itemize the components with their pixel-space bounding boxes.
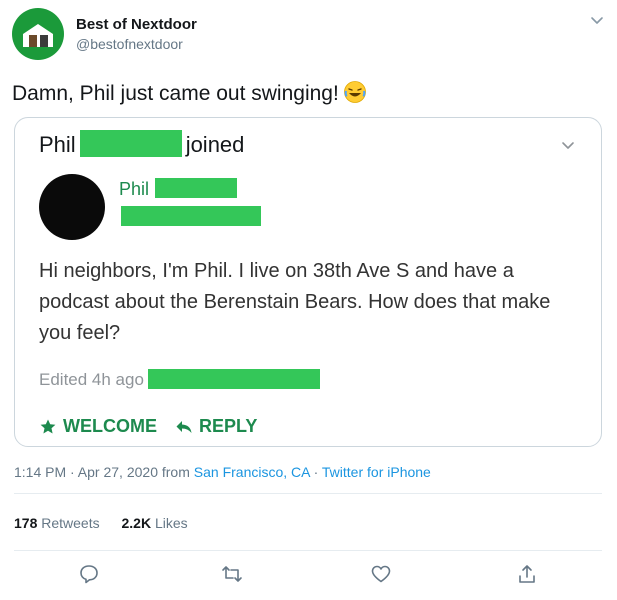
tweet-stats: 178 Retweets 2.2K Likes xyxy=(14,515,206,531)
redaction-bar xyxy=(121,206,261,226)
poster-name-text: Phil xyxy=(119,179,150,199)
heart-icon[interactable] xyxy=(370,563,392,585)
divider xyxy=(14,550,602,551)
likes-count: 2.2K xyxy=(121,515,152,531)
chevron-down-icon[interactable] xyxy=(559,136,577,154)
welcome-button[interactable]: WELCOME xyxy=(39,416,157,437)
redaction-bar xyxy=(79,130,182,157)
account-name[interactable]: Best of Nextdoor xyxy=(76,16,197,33)
poster-name[interactable]: Phil xyxy=(119,178,238,200)
retweets-count: 178 xyxy=(14,515,38,531)
welcome-label: WELCOME xyxy=(63,416,157,436)
tweet-action-bar xyxy=(14,563,602,589)
redaction-bar xyxy=(147,369,320,389)
reply-label: REPLY xyxy=(199,416,258,436)
edited-text: Edited 4h ago xyxy=(39,370,144,389)
tweet-text-content: Damn, Phil just came out swinging! xyxy=(12,82,339,105)
card-title: Phil joined xyxy=(39,130,244,158)
nextdoor-post-card: Phil joined Phil Hi neighbors, I'm Phil. … xyxy=(14,117,602,447)
meta-separator: · xyxy=(309,464,322,480)
location-link[interactable]: San Francisco, CA xyxy=(194,464,310,480)
card-title-last: joined xyxy=(185,132,245,157)
client-link[interactable]: Twitter for iPhone xyxy=(322,464,431,480)
reply-button[interactable]: REPLY xyxy=(175,416,257,437)
tweet-text: Damn, Phil just came out swinging! xyxy=(12,80,367,106)
retweet-icon[interactable] xyxy=(221,563,243,585)
tweet-time: 1:14 PM · Apr 27, 2020 from xyxy=(14,464,194,480)
retweets-stat[interactable]: 178 Retweets xyxy=(14,515,100,531)
card-title-first: Phil xyxy=(39,132,76,157)
house-icon xyxy=(23,24,53,47)
edited-timestamp: Edited 4h ago xyxy=(39,369,320,390)
reply-arrow-icon xyxy=(176,420,192,433)
poster-avatar[interactable] xyxy=(39,174,105,240)
likes-label: Likes xyxy=(154,515,188,531)
divider xyxy=(14,493,602,494)
account-avatar[interactable] xyxy=(12,8,64,60)
chevron-down-icon[interactable] xyxy=(589,12,605,28)
laughing-emoji-icon xyxy=(343,81,366,103)
comment-icon[interactable] xyxy=(78,563,100,585)
star-icon xyxy=(40,419,56,433)
tweet-meta: 1:14 PM · Apr 27, 2020 from San Francisc… xyxy=(14,464,431,480)
account-handle[interactable]: @bestofnextdoor xyxy=(76,36,183,52)
redaction-bar xyxy=(155,178,238,198)
tweet-header: Best of Nextdoor @bestofnextdoor xyxy=(12,8,605,64)
post-body: Hi neighbors, I'm Phil. I live on 38th A… xyxy=(39,260,551,344)
share-icon[interactable] xyxy=(516,563,538,585)
likes-stat[interactable]: 2.2K Likes xyxy=(122,515,188,531)
retweets-label: Retweets xyxy=(41,515,100,531)
